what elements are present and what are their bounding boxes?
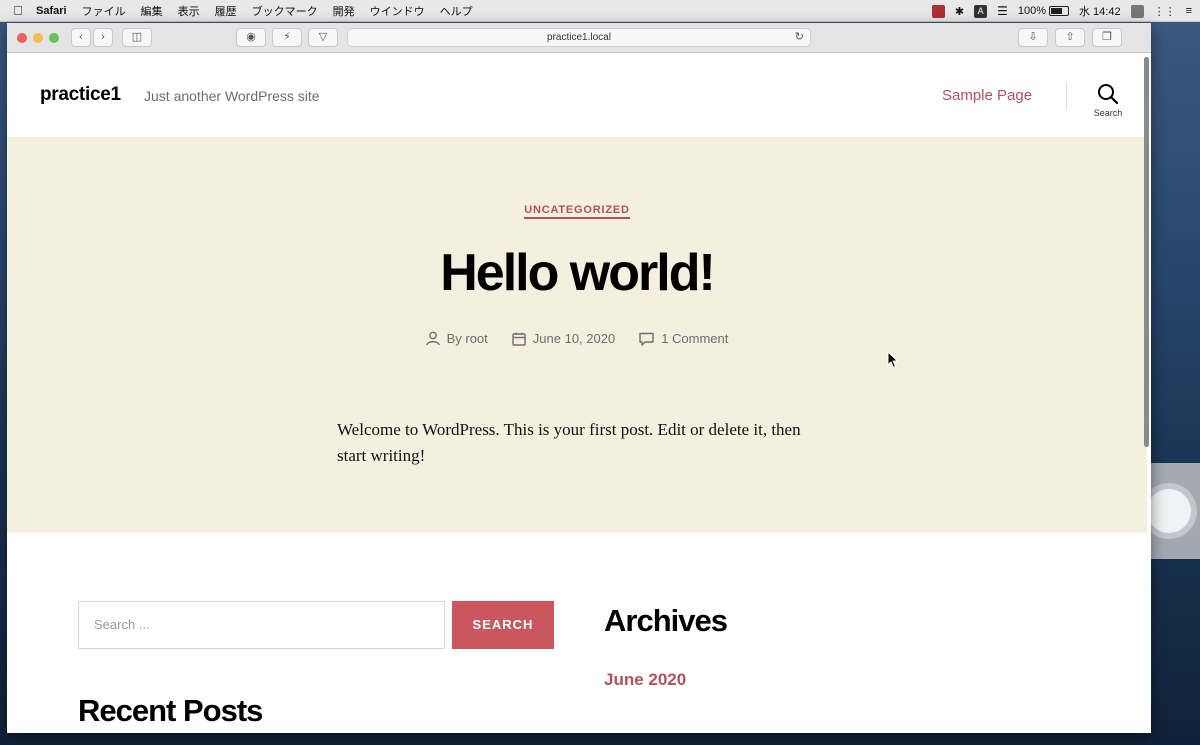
post-category: UNCATEGORIZED [7, 204, 1147, 219]
site-title[interactable]: practice1 [40, 84, 121, 106]
site-header: practice1 Just another WordPress site Sa… [7, 53, 1147, 137]
apple-menu-icon[interactable]:  [0, 3, 36, 18]
pocket-icon[interactable]: ▽ [308, 28, 338, 47]
minimize-window-button[interactable] [33, 33, 43, 43]
post-hero: UNCATEGORIZED Hello world! By root June … [7, 137, 1147, 533]
post-author-link[interactable]: By root [447, 331, 488, 346]
post-date: June 10, 2020 [512, 331, 615, 346]
assistive-touch-button[interactable] [1147, 489, 1191, 533]
close-window-button[interactable] [17, 33, 27, 43]
address-bar[interactable]: practice1.local ↻ [347, 28, 811, 47]
menu-file[interactable]: ファイル [82, 3, 126, 19]
comment-icon [639, 332, 654, 346]
forward-button[interactable]: › [93, 28, 113, 47]
screen-mirroring-icon[interactable] [1130, 4, 1144, 18]
archive-link-june-2020[interactable]: June 2020 [604, 670, 686, 690]
battery-percent: 100% [1017, 5, 1046, 17]
menu-app-safari[interactable]: Safari [36, 5, 67, 17]
macos-menu-bar:  Safari ファイル 編集 表示 履歴 ブックマーク 開発 ウインドウ ヘ… [0, 0, 1200, 22]
window-controls [17, 33, 59, 43]
widget-search-input[interactable]: Search ... [78, 601, 445, 649]
web-page-viewport: practice1 Just another WordPress site Sa… [7, 53, 1151, 733]
safari-window: ‹ › ◫ ◉ ⚡ ▽ practice1.local ↻ ⇩ ⇧ ❐ prac… [7, 23, 1151, 733]
menu-bookmarks[interactable]: ブックマーク [252, 3, 318, 19]
menu-window[interactable]: ウインドウ [370, 3, 425, 19]
zoom-window-button[interactable] [49, 33, 59, 43]
battery-status[interactable]: 100% [1018, 5, 1069, 17]
wifi-icon[interactable]: ☰ [997, 4, 1008, 18]
user-icon [425, 331, 440, 346]
privacy-report-icon[interactable]: ◉ [236, 28, 266, 47]
post-date-link[interactable]: June 10, 2020 [533, 331, 615, 346]
menu-bar-status-area: ✱ A ☰ 100% 水 14:42 ⋮⋮ ≡ [931, 0, 1192, 22]
search-toggle-button[interactable]: Search [1085, 83, 1131, 118]
reload-icon[interactable]: ↻ [795, 29, 804, 46]
bluetooth-icon[interactable]: ✱ [955, 5, 964, 18]
post-comments-link[interactable]: 1 Comment [661, 331, 728, 346]
menu-help[interactable]: ヘルプ [440, 3, 473, 19]
post-content: Welcome to WordPress. This is your first… [337, 420, 801, 465]
input-source-icon[interactable]: A [974, 4, 988, 18]
menu-history[interactable]: 履歴 [215, 3, 237, 19]
post-author: By root [425, 331, 488, 346]
search-toggle-label: Search [1093, 108, 1123, 118]
menu-bar-clock[interactable]: 水 14:42 [1079, 3, 1121, 19]
menu-develop[interactable]: 開発 [333, 3, 355, 19]
address-bar-url: practice1.local [547, 32, 611, 43]
post-meta: By root June 10, 2020 1 Comment [7, 331, 1147, 346]
menu-view[interactable]: 表示 [178, 3, 200, 19]
back-button[interactable]: ‹ [71, 28, 91, 47]
mouse-cursor-icon [887, 351, 899, 369]
tab-overview-icon[interactable]: ❐ [1092, 28, 1122, 47]
site-description: Just another WordPress site [144, 88, 320, 104]
sidebar-toggle-icon[interactable]: ◫ [122, 28, 152, 47]
post-title: Hello world! [440, 244, 716, 302]
page-scrollbar[interactable] [1144, 57, 1149, 447]
control-center-icon[interactable]: ⋮⋮ [1154, 5, 1176, 18]
share-icon[interactable]: ⇧ [1055, 28, 1085, 47]
browser-toolbar: ‹ › ◫ ◉ ⚡ ▽ practice1.local ↻ ⇩ ⇧ ❐ [7, 23, 1151, 53]
archives-heading: Archives [604, 603, 728, 638]
header-divider [1066, 83, 1067, 109]
menu-edit[interactable]: 編集 [141, 3, 163, 19]
post-comments: 1 Comment [639, 331, 728, 346]
notification-center-icon[interactable]: ≡ [1186, 5, 1192, 17]
recent-posts-heading: Recent Posts [78, 693, 263, 728]
calendar-icon [512, 332, 526, 346]
category-link[interactable]: UNCATEGORIZED [524, 204, 630, 219]
extension-bolt-icon[interactable]: ⚡ [272, 28, 302, 47]
record-icon[interactable] [931, 4, 945, 18]
nav-link-sample-page[interactable]: Sample Page [942, 87, 1032, 104]
downloads-icon[interactable]: ⇩ [1018, 28, 1048, 47]
search-icon [1098, 84, 1119, 105]
widget-search-button[interactable]: SEARCH [452, 601, 554, 649]
battery-icon [1048, 6, 1069, 16]
